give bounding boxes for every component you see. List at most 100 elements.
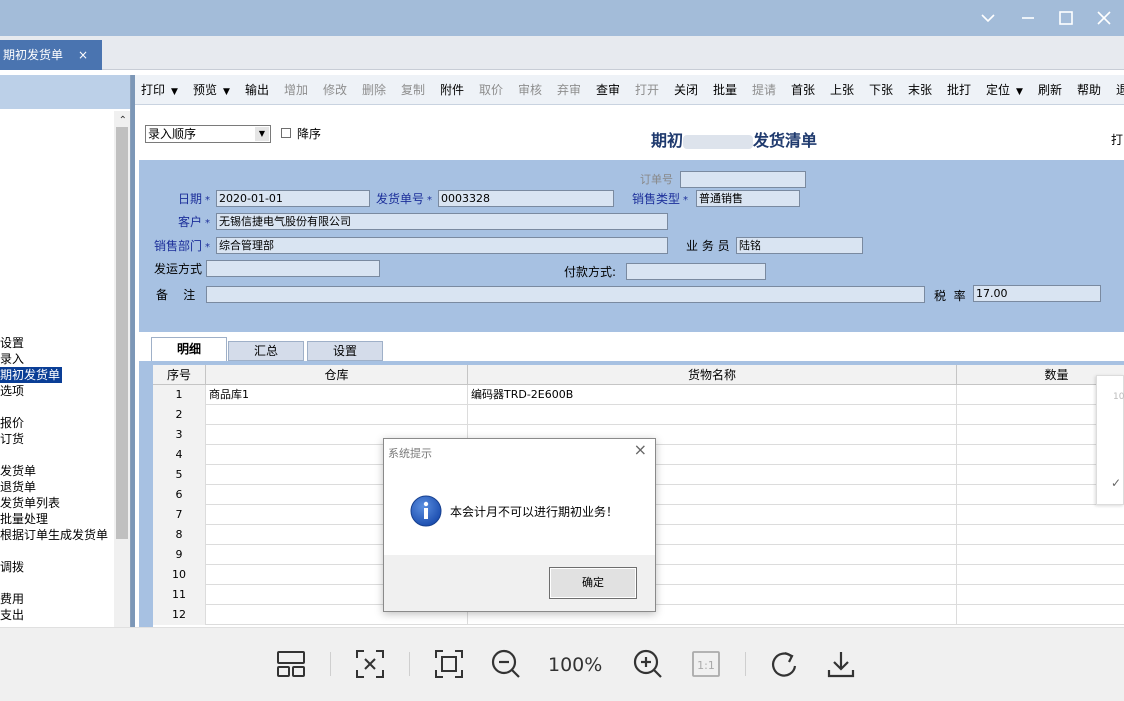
toolbar-button[interactable]: 删除 — [362, 82, 386, 98]
toolbar-button[interactable]: 下张 — [869, 82, 893, 98]
toolbar-button[interactable]: 审核 — [518, 82, 542, 98]
toolbar-button[interactable]: 打印 ▼ — [141, 82, 178, 100]
ship-no-field[interactable]: 0003328 — [438, 190, 614, 207]
toolbar-button[interactable]: 刷新 — [1038, 82, 1062, 98]
remark-field[interactable] — [206, 286, 925, 303]
table-cell[interactable]: 7 — [153, 505, 206, 525]
salesman-field[interactable]: 陆铭 — [736, 237, 863, 254]
table-cell[interactable]: 商品库1 — [206, 385, 468, 405]
toolbar-button[interactable]: 提请 — [752, 82, 776, 98]
table-row[interactable]: 2 — [153, 405, 1124, 425]
toolbar-button[interactable]: 帮助 — [1077, 82, 1101, 98]
nav-item[interactable]: 退货单 — [0, 479, 36, 495]
scroll-up-icon[interactable]: ⌃ — [119, 115, 127, 126]
nav-item[interactable]: 选项 — [0, 383, 24, 399]
nav-scroll-thumb[interactable] — [116, 127, 128, 539]
zoom-out-icon[interactable] — [490, 648, 522, 680]
table-cell[interactable] — [957, 545, 1124, 565]
table-cell[interactable]: 6 — [153, 485, 206, 505]
fit-width-icon[interactable] — [354, 648, 386, 680]
nav-item[interactable]: 期初发货单 — [0, 367, 63, 383]
toolbar-button[interactable]: 弃审 — [557, 82, 581, 98]
table-cell[interactable] — [957, 585, 1124, 605]
fullscreen-icon[interactable] — [433, 648, 465, 680]
ok-button[interactable]: 确定 — [549, 567, 637, 599]
nav-item[interactable]: 报价 — [0, 415, 24, 431]
toolbar-button[interactable]: 修改 — [323, 82, 347, 98]
minimize-icon[interactable] — [976, 6, 1000, 30]
column-header[interactable]: 序号 — [153, 365, 206, 385]
table-cell[interactable]: 1 — [153, 385, 206, 405]
table-cell[interactable]: 9 — [153, 545, 206, 565]
grid-tab[interactable]: 明细 — [151, 337, 227, 361]
table-cell[interactable]: 2 — [153, 405, 206, 425]
table-cell[interactable] — [468, 405, 957, 425]
nav-item[interactable]: 根据订单生成发货单 — [0, 527, 108, 543]
table-cell[interactable] — [206, 405, 468, 425]
nav-item[interactable]: 费用 — [0, 591, 24, 607]
restore-icon[interactable] — [1016, 6, 1040, 30]
table-cell[interactable]: 3 — [153, 425, 206, 445]
table-cell[interactable]: 10 — [153, 565, 206, 585]
chevron-down-icon[interactable]: ▼ — [255, 127, 269, 141]
actual-size-icon[interactable]: 1:1 — [690, 648, 722, 680]
table-cell[interactable]: 8 — [153, 525, 206, 545]
toolbar-button[interactable]: 退 — [1116, 82, 1124, 98]
toolbar-button[interactable]: 上张 — [830, 82, 854, 98]
nav-item[interactable]: 发货单 — [0, 463, 36, 479]
dropdown-arrow-icon[interactable]: ▼ — [223, 87, 230, 97]
ship-method-field[interactable] — [206, 260, 380, 277]
nav-item[interactable]: 支出 — [0, 607, 24, 623]
maximize-icon[interactable] — [1054, 6, 1078, 30]
grid-tab[interactable]: 设置 — [307, 341, 383, 361]
table-cell[interactable] — [957, 605, 1124, 625]
toolbar-button[interactable]: 批量 — [713, 82, 737, 98]
descending-checkbox[interactable] — [281, 128, 291, 138]
table-cell[interactable]: 11 — [153, 585, 206, 605]
nav-item[interactable]: 批量处理 — [0, 511, 48, 527]
toolbar-button[interactable]: 首张 — [791, 82, 815, 98]
toolbar-button[interactable]: 附件 — [440, 82, 464, 98]
column-header[interactable]: 货物名称 — [468, 365, 957, 385]
toolbar-button[interactable]: 复制 — [401, 82, 425, 98]
rotate-icon[interactable] — [769, 648, 801, 680]
table-cell[interactable]: 12 — [153, 605, 206, 625]
tax-field[interactable]: 17.00 — [973, 285, 1101, 302]
download-icon[interactable] — [825, 648, 857, 680]
close-window-icon[interactable] — [1092, 6, 1116, 30]
dropdown-arrow-icon[interactable]: ▼ — [1016, 87, 1023, 97]
toolbar-button[interactable]: 关闭 — [674, 82, 698, 98]
table-cell[interactable] — [957, 505, 1124, 525]
nav-item[interactable]: 设置 — [0, 335, 24, 351]
toolbar-button[interactable]: 批打 — [947, 82, 971, 98]
toolbar-button[interactable]: 增加 — [284, 82, 308, 98]
nav-item[interactable]: 发货单列表 — [0, 495, 60, 511]
zoom-in-icon[interactable] — [632, 648, 664, 680]
dialog-close-icon[interactable]: × — [634, 442, 647, 458]
toolbar-button[interactable]: 打开 — [635, 82, 659, 98]
grid-tab[interactable]: 汇总 — [228, 341, 304, 361]
order-no-field[interactable] — [680, 171, 806, 188]
toolbar-button[interactable]: 输出 — [245, 82, 269, 98]
table-cell[interactable] — [957, 565, 1124, 585]
table-row[interactable]: 1 商品库1 编码器TRD-2E600B — [153, 385, 1124, 405]
table-cell[interactable] — [957, 525, 1124, 545]
toolbar-button[interactable]: 末张 — [908, 82, 932, 98]
sales-type-field[interactable]: 普通销售 — [696, 190, 800, 207]
customer-field[interactable]: 无锡信捷电气股份有限公司 — [216, 213, 668, 230]
sort-order-select[interactable]: 录入顺序 ▼ — [145, 125, 271, 143]
column-header[interactable]: 仓库 — [206, 365, 468, 385]
toolbar-button[interactable]: 查审 — [596, 82, 620, 98]
table-cell[interactable]: 4 — [153, 445, 206, 465]
toolbar-button[interactable]: 定位 ▼ — [986, 82, 1023, 100]
payment-field[interactable] — [626, 263, 766, 280]
table-cell[interactable]: 编码器TRD-2E600B — [468, 385, 957, 405]
sales-dept-field[interactable]: 综合管理部 — [216, 237, 668, 254]
table-cell[interactable]: 5 — [153, 465, 206, 485]
toolbar-button[interactable]: 取价 — [479, 82, 503, 98]
nav-item[interactable]: 调拨 — [0, 559, 24, 575]
layout-icon[interactable] — [275, 648, 307, 680]
document-tab[interactable]: 期初发货单 × — [0, 40, 102, 70]
nav-item[interactable]: 录入 — [0, 351, 24, 367]
close-tab-icon[interactable]: × — [78, 40, 88, 70]
